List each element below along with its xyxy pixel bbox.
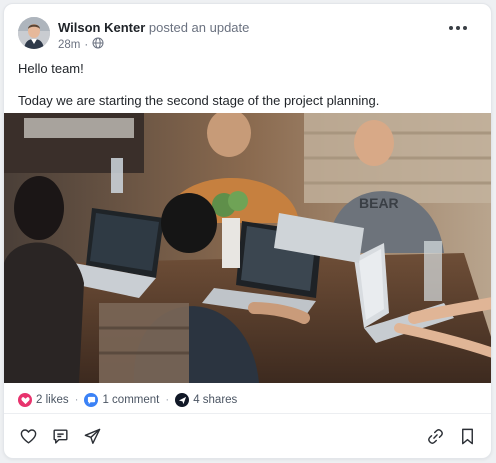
send-icon[interactable] [82,426,102,446]
post-paragraph-1: Hello team! [18,61,84,76]
avatar[interactable] [18,17,50,49]
more-horizontal-icon[interactable] [449,21,471,35]
shares-count: 4 shares [193,394,238,406]
bookmark-icon[interactable] [457,426,477,446]
heart-icon[interactable] [18,426,38,446]
post-meta: 28m · [58,37,104,52]
author-line: Wilson Kenter posted an update [58,20,249,35]
post-actions [18,426,102,446]
post-action: posted an update [148,20,250,35]
post-card: Wilson Kenter posted an update 28m · Hel… [3,3,492,459]
shares-stat[interactable]: 4 shares [175,393,237,407]
link-icon[interactable] [425,426,445,446]
comment-icon[interactable] [50,426,70,446]
globe-icon [92,37,104,52]
post-stats: 2 likes · 1 comment · 4 shares [18,393,237,407]
post-body: Hello team! Today we are starting the se… [18,61,477,109]
post-header: Wilson Kenter posted an update 28m · [18,17,477,53]
share-badge-icon [175,393,190,407]
svg-text:BEAR: BEAR [359,195,399,211]
likes-stat[interactable]: 2 likes [18,393,69,407]
divider [4,413,491,414]
comment-badge-icon [84,393,99,407]
stats-separator: · [74,394,79,406]
likes-count: 2 likes [36,394,69,406]
stats-separator: · [165,394,170,406]
author-name[interactable]: Wilson Kenter [58,20,145,35]
post-secondary-actions [425,426,477,446]
comments-count: 1 comment [102,394,160,406]
like-badge-icon [18,393,32,407]
comments-stat[interactable]: 1 comment [84,393,159,407]
post-time: 28m [58,38,81,51]
post-image[interactable]: BEAR [4,113,491,383]
meta-separator: · [84,38,89,51]
post-paragraph-2: Today we are starting the second stage o… [18,93,380,108]
avatar-image [18,17,50,49]
